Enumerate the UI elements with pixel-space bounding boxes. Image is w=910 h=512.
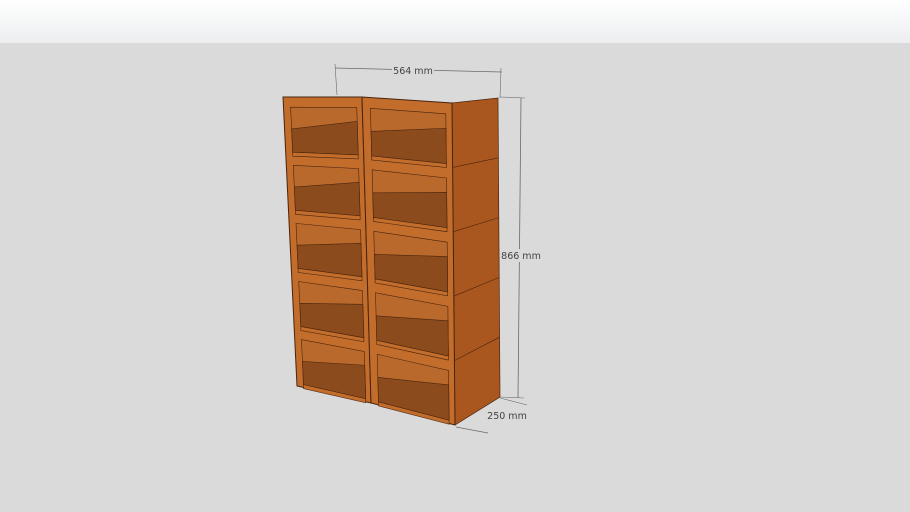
width-label: 564 mm <box>393 66 433 77</box>
side-panel <box>451 97 501 426</box>
height-label: 866 mm <box>501 251 541 262</box>
depth-label: 250 mm <box>487 411 527 422</box>
height-dimension: 866 mm <box>499 96 541 399</box>
model-viewport[interactable]: 564 mm 866 mm 250 mm <box>0 0 910 512</box>
bookshelf-model <box>282 96 501 426</box>
width-dimension: 564 mm <box>334 63 503 99</box>
